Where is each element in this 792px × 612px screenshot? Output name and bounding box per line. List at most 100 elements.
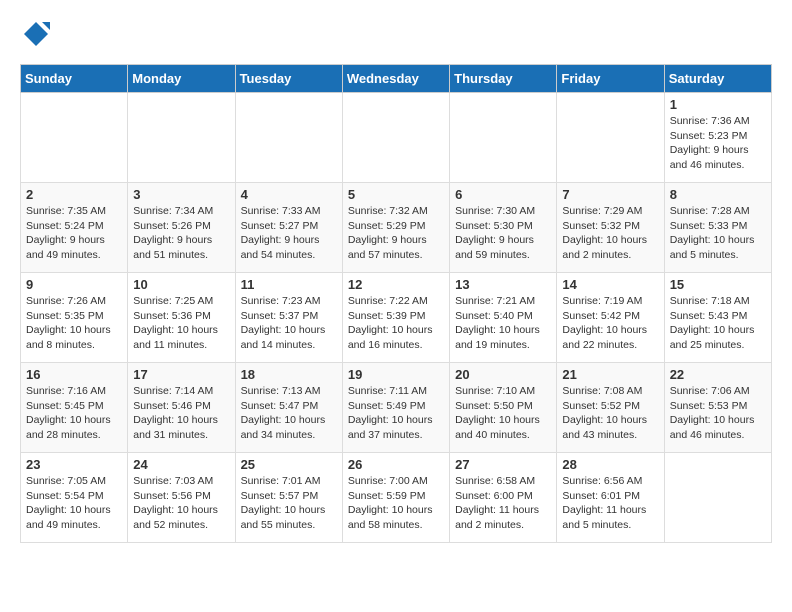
calendar-week-3: 9 Sunrise: 7:26 AM Sunset: 5:35 PM Daylig… <box>21 273 772 363</box>
day-number: 21 <box>562 367 658 382</box>
header-tuesday: Tuesday <box>235 65 342 93</box>
calendar-cell: 24 Sunrise: 7:03 AM Sunset: 5:56 PM Dayli… <box>128 453 235 543</box>
day-number: 25 <box>241 457 337 472</box>
day-number: 24 <box>133 457 229 472</box>
header-monday: Monday <box>128 65 235 93</box>
header-thursday: Thursday <box>450 65 557 93</box>
day-detail: Sunrise: 7:14 AM Sunset: 5:46 PM Dayligh… <box>133 384 229 443</box>
calendar-cell: 21Sunrise: 7:08 AM Sunset: 5:52 PM Dayli… <box>557 363 664 453</box>
header-wednesday: Wednesday <box>342 65 449 93</box>
day-number: 1 <box>670 97 766 112</box>
day-detail: Sunrise: 7:26 AM Sunset: 5:35 PM Dayligh… <box>26 294 122 353</box>
day-number: 6 <box>455 187 551 202</box>
logo-wordmark <box>20 20 50 54</box>
day-detail: Sunrise: 7:19 AM Sunset: 5:42 PM Dayligh… <box>562 294 658 353</box>
calendar-cell: 13 Sunrise: 7:21 AM Sunset: 5:40 PM Dayli… <box>450 273 557 363</box>
calendar-cell: 9 Sunrise: 7:26 AM Sunset: 5:35 PM Daylig… <box>21 273 128 363</box>
day-detail: Sunrise: 7:28 AM Sunset: 5:33 PM Dayligh… <box>670 204 766 263</box>
day-number: 28 <box>562 457 658 472</box>
day-detail: Sunrise: 7:21 AM Sunset: 5:40 PM Dayligh… <box>455 294 551 353</box>
day-number: 12 <box>348 277 444 292</box>
calendar-cell: 22 Sunrise: 7:06 AM Sunset: 5:53 PM Dayli… <box>664 363 771 453</box>
calendar-week-1: 1 Sunrise: 7:36 AM Sunset: 5:23 PM Daylig… <box>21 93 772 183</box>
day-detail: Sunrise: 7:01 AM Sunset: 5:57 PM Dayligh… <box>241 474 337 533</box>
header-saturday: Saturday <box>664 65 771 93</box>
calendar-cell <box>450 93 557 183</box>
calendar-cell: 6 Sunrise: 7:30 AM Sunset: 5:30 PM Daylig… <box>450 183 557 273</box>
day-detail: Sunrise: 7:35 AM Sunset: 5:24 PM Dayligh… <box>26 204 122 263</box>
day-detail: Sunrise: 7:34 AM Sunset: 5:26 PM Dayligh… <box>133 204 229 263</box>
day-detail: Sunrise: 7:22 AM Sunset: 5:39 PM Dayligh… <box>348 294 444 353</box>
day-number: 4 <box>241 187 337 202</box>
day-detail: Sunrise: 7:10 AM Sunset: 5:50 PM Dayligh… <box>455 384 551 443</box>
day-detail: Sunrise: 7:06 AM Sunset: 5:53 PM Dayligh… <box>670 384 766 443</box>
day-detail: Sunrise: 7:25 AM Sunset: 5:36 PM Dayligh… <box>133 294 229 353</box>
calendar-cell <box>235 93 342 183</box>
calendar-cell: 2 Sunrise: 7:35 AM Sunset: 5:24 PM Daylig… <box>21 183 128 273</box>
calendar-week-4: 16Sunrise: 7:16 AM Sunset: 5:45 PM Dayli… <box>21 363 772 453</box>
calendar-cell: 12 Sunrise: 7:22 AM Sunset: 5:39 PM Dayli… <box>342 273 449 363</box>
day-detail: Sunrise: 7:32 AM Sunset: 5:29 PM Dayligh… <box>348 204 444 263</box>
day-detail: Sunrise: 6:58 AM Sunset: 6:00 PM Dayligh… <box>455 474 551 533</box>
day-detail: Sunrise: 7:13 AM Sunset: 5:47 PM Dayligh… <box>241 384 337 443</box>
calendar-table: SundayMondayTuesdayWednesdayThursdayFrid… <box>20 64 772 543</box>
calendar-header-row: SundayMondayTuesdayWednesdayThursdayFrid… <box>21 65 772 93</box>
calendar-cell: 15 Sunrise: 7:18 AM Sunset: 5:43 PM Dayli… <box>664 273 771 363</box>
page-header <box>20 20 772 54</box>
day-detail: Sunrise: 7:11 AM Sunset: 5:49 PM Dayligh… <box>348 384 444 443</box>
day-detail: Sunrise: 6:56 AM Sunset: 6:01 PM Dayligh… <box>562 474 658 533</box>
calendar-cell: 5Sunrise: 7:32 AM Sunset: 5:29 PM Daylig… <box>342 183 449 273</box>
day-detail: Sunrise: 7:03 AM Sunset: 5:56 PM Dayligh… <box>133 474 229 533</box>
calendar-cell: 18 Sunrise: 7:13 AM Sunset: 5:47 PM Dayli… <box>235 363 342 453</box>
calendar-cell: 25 Sunrise: 7:01 AM Sunset: 5:57 PM Dayli… <box>235 453 342 543</box>
logo-icon <box>22 20 50 48</box>
calendar-cell: 3 Sunrise: 7:34 AM Sunset: 5:26 PM Daylig… <box>128 183 235 273</box>
logo <box>20 20 50 54</box>
day-number: 3 <box>133 187 229 202</box>
calendar-cell: 4 Sunrise: 7:33 AM Sunset: 5:27 PM Daylig… <box>235 183 342 273</box>
day-detail: Sunrise: 7:30 AM Sunset: 5:30 PM Dayligh… <box>455 204 551 263</box>
day-number: 7 <box>562 187 658 202</box>
calendar-cell: 20 Sunrise: 7:10 AM Sunset: 5:50 PM Dayli… <box>450 363 557 453</box>
calendar-cell <box>21 93 128 183</box>
day-number: 10 <box>133 277 229 292</box>
day-detail: Sunrise: 7:36 AM Sunset: 5:23 PM Dayligh… <box>670 114 766 173</box>
day-number: 22 <box>670 367 766 382</box>
day-number: 13 <box>455 277 551 292</box>
calendar-cell: 27 Sunrise: 6:58 AM Sunset: 6:00 PM Dayli… <box>450 453 557 543</box>
day-detail: Sunrise: 7:18 AM Sunset: 5:43 PM Dayligh… <box>670 294 766 353</box>
calendar-week-2: 2 Sunrise: 7:35 AM Sunset: 5:24 PM Daylig… <box>21 183 772 273</box>
day-number: 9 <box>26 277 122 292</box>
day-number: 8 <box>670 187 766 202</box>
day-number: 20 <box>455 367 551 382</box>
calendar-cell: 16Sunrise: 7:16 AM Sunset: 5:45 PM Dayli… <box>21 363 128 453</box>
calendar-cell: 19 Sunrise: 7:11 AM Sunset: 5:49 PM Dayli… <box>342 363 449 453</box>
day-detail: Sunrise: 7:00 AM Sunset: 5:59 PM Dayligh… <box>348 474 444 533</box>
day-number: 14 <box>562 277 658 292</box>
calendar-cell: 17Sunrise: 7:14 AM Sunset: 5:46 PM Dayli… <box>128 363 235 453</box>
calendar-cell: 26 Sunrise: 7:00 AM Sunset: 5:59 PM Dayli… <box>342 453 449 543</box>
day-detail: Sunrise: 7:29 AM Sunset: 5:32 PM Dayligh… <box>562 204 658 263</box>
day-number: 15 <box>670 277 766 292</box>
day-number: 2 <box>26 187 122 202</box>
calendar-cell: 14 Sunrise: 7:19 AM Sunset: 5:42 PM Dayli… <box>557 273 664 363</box>
day-detail: Sunrise: 7:05 AM Sunset: 5:54 PM Dayligh… <box>26 474 122 533</box>
day-detail: Sunrise: 7:33 AM Sunset: 5:27 PM Dayligh… <box>241 204 337 263</box>
day-number: 18 <box>241 367 337 382</box>
calendar-cell <box>128 93 235 183</box>
day-detail: Sunrise: 7:23 AM Sunset: 5:37 PM Dayligh… <box>241 294 337 353</box>
day-number: 11 <box>241 277 337 292</box>
calendar-cell: 11 Sunrise: 7:23 AM Sunset: 5:37 PM Dayli… <box>235 273 342 363</box>
day-number: 19 <box>348 367 444 382</box>
calendar-cell: 1 Sunrise: 7:36 AM Sunset: 5:23 PM Daylig… <box>664 93 771 183</box>
day-number: 23 <box>26 457 122 472</box>
day-number: 27 <box>455 457 551 472</box>
day-number: 26 <box>348 457 444 472</box>
calendar-cell: 28 Sunrise: 6:56 AM Sunset: 6:01 PM Dayli… <box>557 453 664 543</box>
calendar-cell <box>342 93 449 183</box>
calendar-cell <box>664 453 771 543</box>
calendar-cell <box>557 93 664 183</box>
header-sunday: Sunday <box>21 65 128 93</box>
day-number: 16 <box>26 367 122 382</box>
header-friday: Friday <box>557 65 664 93</box>
